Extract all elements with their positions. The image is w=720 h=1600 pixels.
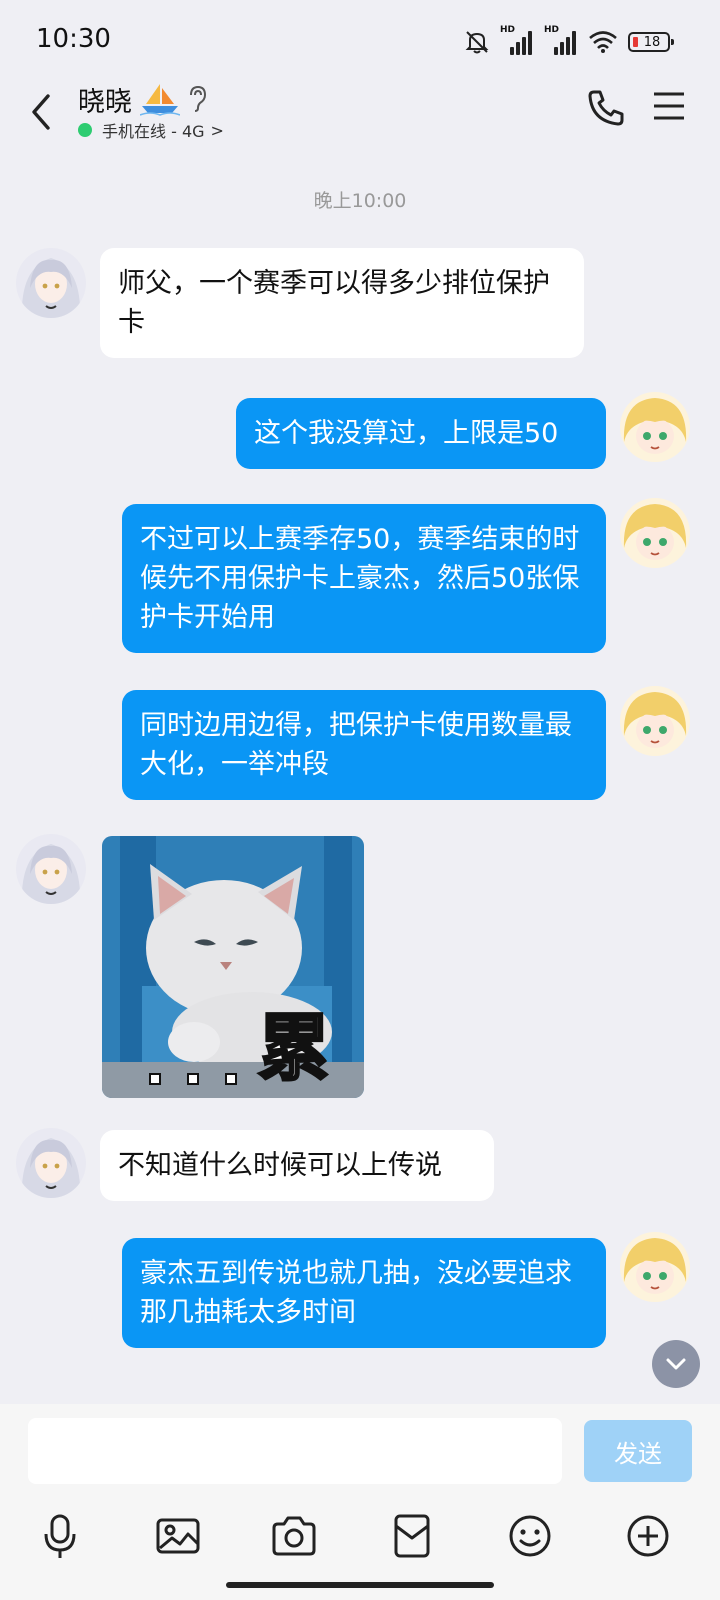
contact-avatar[interactable] xyxy=(16,248,86,318)
my-avatar[interactable] xyxy=(620,686,690,756)
sim1-hd-label: HD xyxy=(500,25,516,35)
message-bubble[interactable]: 不过可以上赛季存50，赛季结束的时候先不用保护卡上豪杰，然后50张保护卡开始用 xyxy=(122,504,606,653)
send-button[interactable]: 发送 xyxy=(584,1420,692,1482)
online-status[interactable]: 手机在线 - 4G > xyxy=(78,118,224,142)
message-bubble[interactable]: 不知道什么时候可以上传说 xyxy=(100,1130,494,1201)
message-text: 这个我没算过，上限是50 xyxy=(254,418,559,449)
message-text: 同时边用边得，把保护卡使用数量最大化，一举冲段 xyxy=(140,710,572,780)
home-indicator[interactable] xyxy=(226,1582,494,1588)
camera-icon[interactable] xyxy=(270,1512,318,1560)
message-bubble[interactable]: 同时边用边得，把保护卡使用数量最大化，一举冲段 xyxy=(122,690,606,800)
sticker-caption: 累 xyxy=(256,1006,331,1090)
plus-icon[interactable] xyxy=(624,1512,672,1560)
sailboat-icon xyxy=(140,84,180,116)
battery-level: 18 xyxy=(643,34,661,50)
signal-sim2-icon: HD xyxy=(544,25,578,55)
scroll-to-bottom-button[interactable] xyxy=(652,1340,700,1388)
sticker-image[interactable]: 累 xyxy=(102,836,364,1098)
message-text: 不知道什么时候可以上传说 xyxy=(118,1150,442,1181)
chat-header: 晓晓 手机在线 - 4G > xyxy=(0,80,720,152)
status-bar: 10:30 HD HD 18 xyxy=(0,0,720,80)
message-text: 豪杰五到传说也就几抽，没必要追求那几抽耗太多时间 xyxy=(140,1258,572,1328)
message-bubble[interactable]: 豪杰五到传说也就几抽，没必要追求那几抽耗太多时间 xyxy=(122,1238,606,1348)
phone-call-icon[interactable] xyxy=(586,88,626,128)
back-icon[interactable] xyxy=(22,92,62,132)
emoji-icon[interactable] xyxy=(506,1512,554,1560)
my-avatar[interactable] xyxy=(620,392,690,462)
chevron-down-icon xyxy=(666,1358,686,1370)
status-time: 10:30 xyxy=(36,24,111,54)
menu-icon[interactable] xyxy=(652,90,686,122)
online-dot xyxy=(78,123,92,137)
contact-name[interactable]: 晓晓 xyxy=(78,80,132,119)
online-status-text: 手机在线 - 4G xyxy=(102,122,205,141)
message-text: 不过可以上赛季存50，赛季结束的时候先不用保护卡上豪杰，然后50张保护卡开始用 xyxy=(140,524,580,633)
ear-icon[interactable] xyxy=(186,84,210,114)
message-bubble[interactable]: 这个我没算过，上限是50 xyxy=(236,398,606,469)
input-area: 发送 xyxy=(0,1404,720,1600)
microphone-icon[interactable] xyxy=(36,1512,84,1560)
battery-icon: 18 xyxy=(628,32,674,52)
sim2-hd-label: HD xyxy=(544,25,560,35)
wifi-icon xyxy=(589,31,617,53)
chevron-right-icon: > xyxy=(210,120,224,140)
my-avatar[interactable] xyxy=(620,1232,690,1302)
contact-avatar[interactable] xyxy=(16,834,86,904)
message-input[interactable] xyxy=(28,1418,562,1484)
signal-sim1-icon: HD xyxy=(500,25,534,55)
status-icons: HD HD 18 xyxy=(464,25,674,58)
mute-bell-icon xyxy=(465,31,489,54)
image-icon[interactable] xyxy=(154,1512,202,1560)
message-bubble[interactable]: 师父，一个赛季可以得多少排位保护卡 xyxy=(100,248,584,358)
message-timestamp: 晚上10:00 xyxy=(313,190,407,212)
red-packet-icon[interactable] xyxy=(388,1512,436,1560)
my-avatar[interactable] xyxy=(620,498,690,568)
message-text: 师父，一个赛季可以得多少排位保护卡 xyxy=(118,268,550,338)
message-list[interactable]: 晚上10:00 师父，一个赛季可以得多少排位保护卡 这个我没算过，上限是50 不… xyxy=(0,152,720,1404)
contact-avatar[interactable] xyxy=(16,1128,86,1198)
